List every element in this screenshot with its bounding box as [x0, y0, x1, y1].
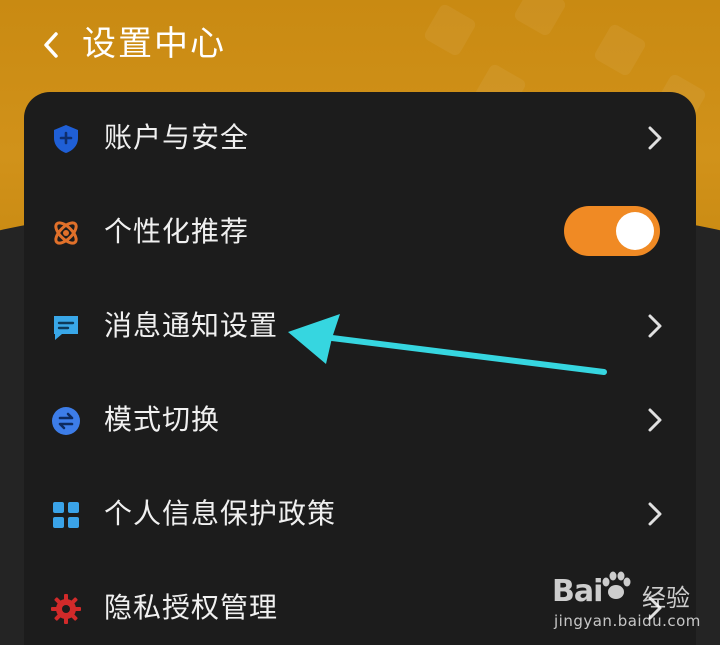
- paw-icon: [602, 571, 631, 599]
- settings-screen: 设置中心 账户与安全 个性化推荐 消息通知设置 模式切换 个人信息保护政策 隐私…: [0, 0, 720, 645]
- chevron-right-icon: [648, 314, 662, 338]
- chevron-left-icon[interactable]: [38, 28, 66, 62]
- chevron-right-icon: [648, 126, 662, 150]
- atom-icon: [54, 221, 78, 245]
- settings-item-label: 消息通知设置: [104, 309, 279, 342]
- settings-item-label: 隐私授权管理: [104, 591, 279, 624]
- settings-item-label: 个人信息保护政策: [104, 497, 337, 530]
- settings-item-label: 个性化推荐: [104, 215, 250, 248]
- gear-icon: [51, 594, 81, 624]
- chevron-right-icon: [648, 502, 662, 526]
- page-title: 设置中心: [82, 24, 226, 64]
- settings-item-label: 账户与安全: [104, 121, 250, 154]
- message-icon: [54, 316, 78, 340]
- swap-icon: [52, 407, 80, 435]
- grid-icon: [53, 502, 79, 528]
- top-bar: 设置中心: [0, 0, 720, 90]
- watermark-brand-right: 经验: [642, 584, 690, 612]
- shield-plus-icon: [54, 125, 78, 153]
- personalized-recommendation-toggle[interactable]: [564, 206, 660, 256]
- watermark-brand-left: Bai: [552, 574, 603, 609]
- settings-item-privacy-policy[interactable]: 个人信息保护政策: [24, 468, 696, 562]
- settings-item-personalized-recommendation: 个性化推荐: [24, 186, 696, 280]
- annotation-arrow: [288, 314, 607, 375]
- settings-item-label: 模式切换: [104, 403, 221, 436]
- baidu-jingyan-watermark: Bai 经验 jingyan.baidu.com: [552, 566, 720, 638]
- toggle-knob: [616, 212, 654, 250]
- watermark-url: jingyan.baidu.com: [554, 612, 701, 630]
- settings-item-account-security[interactable]: 账户与安全: [24, 92, 696, 186]
- chevron-right-icon: [648, 408, 662, 432]
